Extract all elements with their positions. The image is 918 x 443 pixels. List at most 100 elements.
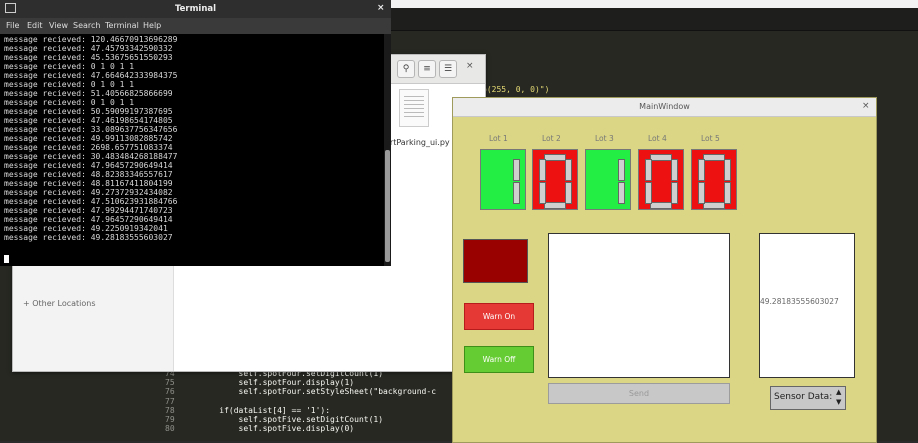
lot-3-display	[585, 149, 631, 210]
editor-code-line: self.spotFive.setDigitCount(1)	[200, 415, 384, 424]
chevron-down-icon[interactable]: ▼	[836, 398, 841, 406]
lot-2-display	[532, 149, 578, 210]
menu-terminal[interactable]: Terminal	[105, 21, 139, 30]
terminal-line: message recieved: 51.40566825866699	[4, 89, 173, 98]
lcd-segment	[650, 202, 672, 209]
lcd-segment	[724, 182, 731, 204]
view-list-icon[interactable]: ≡	[418, 60, 436, 78]
editor-code-line: b(255, 0, 0)")	[482, 85, 550, 94]
lcd-segment	[513, 182, 520, 204]
lcd-segment	[618, 159, 625, 181]
terminal-scrollbar-thumb[interactable]	[385, 150, 390, 262]
lcd-segment	[645, 182, 652, 204]
lcd-segment	[539, 182, 546, 204]
editor-code-line: self.spotFive.display(0)	[200, 424, 355, 433]
menu-icon[interactable]: ☰	[439, 60, 457, 78]
terminal-line: message recieved: 47.99294471740723	[4, 206, 173, 215]
menu-view[interactable]: View	[49, 21, 68, 30]
terminal-line: message recieved: 47.96457290649414	[4, 161, 173, 170]
lot-label: Lot 1	[489, 134, 508, 143]
terminal-line: message recieved: 0 1 0 1 1	[4, 98, 135, 107]
terminal-line: message recieved: 47.46198654174805	[4, 116, 173, 125]
lcd-segment	[544, 154, 566, 161]
sensor-data-spinbox[interactable]: Sensor Data: ▲ ▼	[770, 386, 846, 410]
warn-off-button[interactable]: Warn Off	[464, 346, 534, 373]
lcd-segment	[565, 159, 572, 181]
terminal-line: message recieved: 120.46670913696289	[4, 35, 178, 44]
editor-code-line: if(dataList[4] == '1'):	[200, 406, 331, 415]
close-icon[interactable]: ×	[377, 3, 385, 13]
lot-1-display	[480, 149, 526, 210]
window-title: MainWindow	[639, 102, 690, 111]
lcd-segment	[650, 154, 672, 161]
line-number: 78	[165, 406, 175, 415]
terminal-titlebar: Terminal ×	[0, 0, 391, 18]
terminal-line: message recieved: 0 1 0 1 1	[4, 80, 135, 89]
terminal-line: message recieved: 0 1 0 1 1	[4, 62, 135, 71]
chevron-up-icon[interactable]: ▲	[836, 388, 841, 396]
line-number: 75	[165, 378, 175, 387]
lot-4-display	[638, 149, 684, 210]
lcd-segment	[544, 202, 566, 209]
terminal-line: message recieved: 49.99113082885742	[4, 134, 173, 143]
lcd-segment	[724, 159, 731, 181]
lcd-segment	[698, 182, 705, 204]
terminal-cursor	[4, 255, 9, 263]
warn-on-button[interactable]: Warn On	[464, 303, 534, 330]
terminal-line: message recieved: 47.96457290649414	[4, 215, 173, 224]
menu-edit[interactable]: Edit	[27, 21, 43, 30]
window-title: Terminal	[174, 4, 217, 14]
warning-indicator	[463, 239, 528, 283]
line-number: 79	[165, 415, 175, 424]
terminal-line: message recieved: 48.81167411804199	[4, 179, 173, 188]
line-number: 77	[165, 397, 175, 406]
close-icon[interactable]: ×	[862, 101, 870, 111]
terminal-line: message recieved: 47.45793342590332	[4, 44, 173, 53]
lot-label: Lot 3	[595, 134, 614, 143]
menu-help[interactable]: Help	[143, 21, 161, 30]
main-window: MainWindow × Lot 1 Lot 2 Lot 3 Lot 4 Lot…	[452, 97, 877, 443]
terminal-menubar: File Edit View Search Terminal Help	[0, 18, 391, 34]
lcd-segment	[645, 159, 652, 181]
terminal-line: message recieved: 33.089637756347656	[4, 125, 178, 134]
terminal-line: message recieved: 45.53675651550293	[4, 53, 173, 62]
terminal-window: Terminal × File Edit View Search Termina…	[0, 0, 391, 266]
search-icon[interactable]: ⚲	[397, 60, 415, 78]
lcd-segment	[698, 159, 705, 181]
file-label[interactable]: artParking_ui.py	[385, 138, 450, 147]
line-number: 76	[165, 387, 175, 396]
terminal-line: message recieved: 47.510623931884766	[4, 197, 178, 206]
sidebar-item-other-locations[interactable]: + Other Locations	[23, 299, 96, 308]
terminal-line: message recieved: 49.2250919342041	[4, 224, 168, 233]
main-window-titlebar: MainWindow ×	[453, 98, 876, 117]
sensor-label: Sensor Data:	[774, 392, 833, 402]
terminal-line: message recieved: 49.28183555603027	[4, 233, 173, 242]
lcd-segment	[671, 182, 678, 204]
terminal-line: message recieved: 30.483484268188477	[4, 152, 178, 161]
close-icon[interactable]: ×	[466, 61, 474, 71]
menu-search[interactable]: Search	[73, 21, 100, 30]
lcd-segment	[539, 159, 546, 181]
terminal-line: message recieved: 47.664642333984375	[4, 71, 178, 80]
terminal-line: message recieved: 48.82383346557617	[4, 170, 173, 179]
terminal-line: message recieved: 49.27372932434082	[4, 188, 173, 197]
lot-label: Lot 2	[542, 134, 561, 143]
lcd-segment	[703, 154, 725, 161]
lcd-segment	[703, 202, 725, 209]
lot-label: Lot 4	[648, 134, 667, 143]
editor-code-line: self.spotFour.display(1)	[200, 378, 355, 387]
lot-5-display	[691, 149, 737, 210]
line-number: 80	[165, 424, 175, 433]
terminal-line: message recieved: 2698.657751083374	[4, 143, 173, 152]
lot-label: Lot 5	[701, 134, 720, 143]
send-button[interactable]: Send	[548, 383, 730, 404]
lcd-segment	[513, 159, 520, 181]
terminal-line: message recieved: 50.59099197387695	[4, 107, 173, 116]
message-textbox[interactable]	[548, 233, 730, 378]
menu-file[interactable]: File	[6, 21, 19, 30]
editor-code-line: self.spotFour.setStyleSheet("background-…	[200, 387, 437, 396]
lcd-segment	[565, 182, 572, 204]
lcd-segment	[671, 159, 678, 181]
file-icon[interactable]	[399, 89, 429, 127]
lcd-segment	[618, 182, 625, 204]
